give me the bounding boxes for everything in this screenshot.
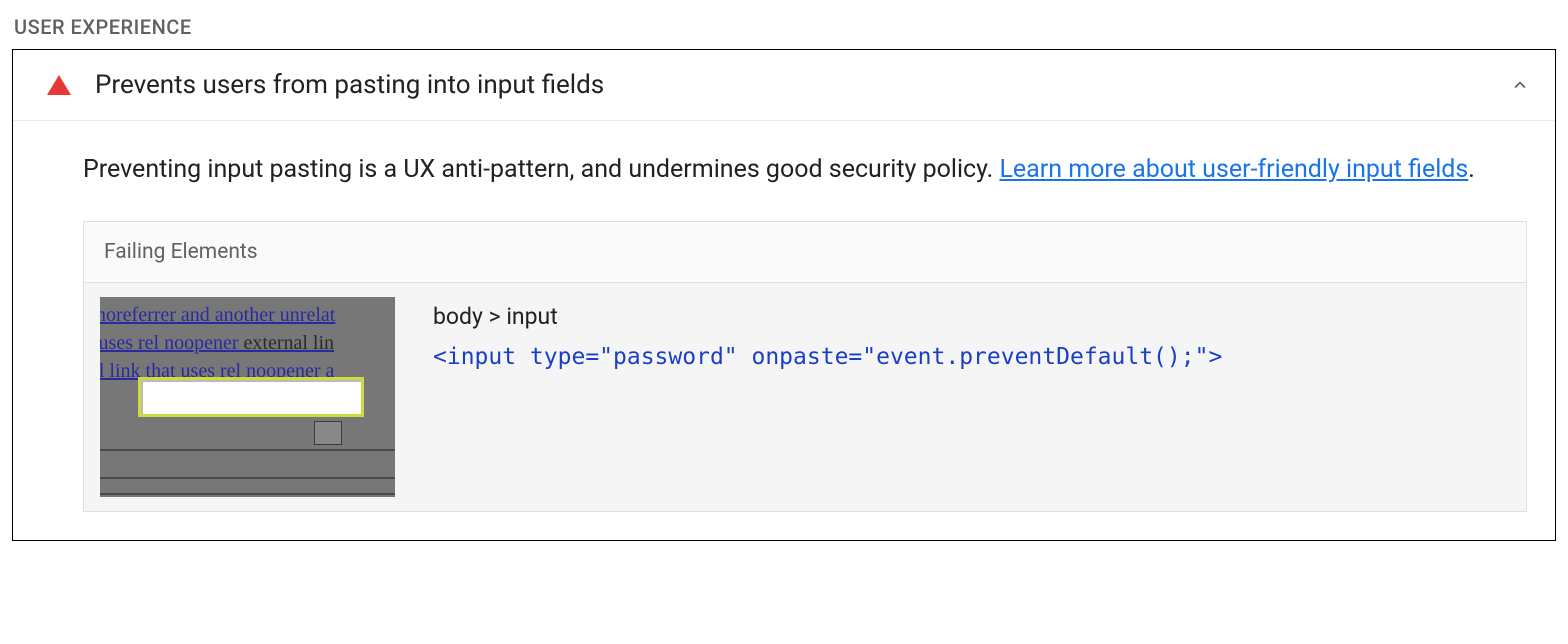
thumb-line-1: noreferrer and another unrelat [100,301,335,329]
audit-body: Preventing input pasting is a UX anti-pa… [13,121,1555,540]
failing-elements-block: Failing Elements noreferrer and another … [83,221,1527,512]
audit-description-period: . [1468,155,1475,184]
audit-description-text: Preventing input pasting is a UX anti-pa… [83,155,999,184]
learn-more-link[interactable]: Learn more about user-friendly input fie… [999,155,1468,184]
element-selector-path: body > input [433,303,1510,330]
chevron-up-icon [1509,74,1531,96]
audit-title: Prevents users from pasting into input f… [95,70,1509,100]
element-screenshot-thumbnail: noreferrer and another unrelat t uses re… [100,297,395,497]
failing-elements-body: noreferrer and another unrelat t uses re… [84,283,1526,511]
highlighted-input-box [138,377,364,417]
failing-elements-header: Failing Elements [84,222,1526,283]
warning-triangle-icon [47,75,71,95]
audit-description: Preventing input pasting is a UX anti-pa… [83,147,1527,193]
thumb-line-2: t uses rel noopener external lin [100,329,334,357]
failing-element-detail: body > input <input type="password" onpa… [433,297,1510,370]
audit-card: Prevents users from pasting into input f… [12,49,1556,541]
section-label: USER EXPERIENCE [14,15,1556,39]
audit-header[interactable]: Prevents users from pasting into input f… [13,50,1555,121]
broken-image-icon [314,421,342,445]
element-code-snippet: <input type="password" onpaste="event.pr… [433,344,1510,370]
